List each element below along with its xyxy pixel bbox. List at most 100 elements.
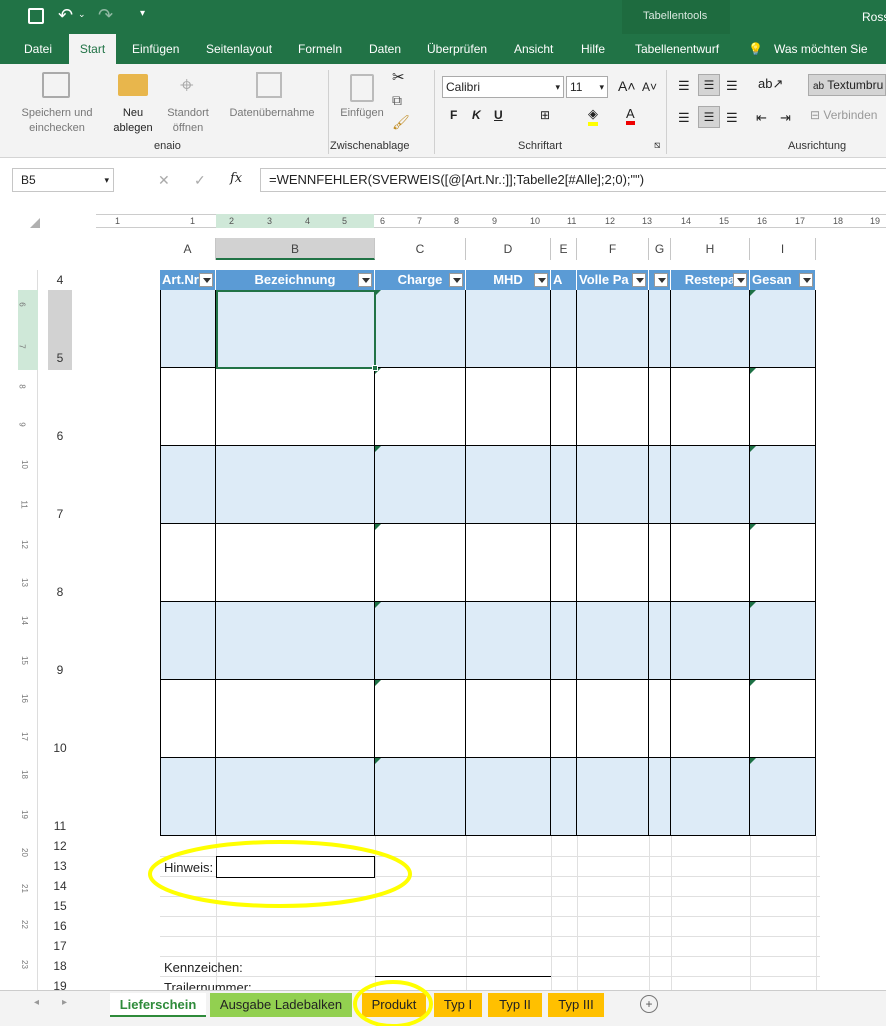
column-header-f[interactable]: F	[577, 238, 649, 260]
font-name-select[interactable]: Calibri ▾	[442, 76, 564, 98]
column-header-e[interactable]: E	[551, 238, 577, 260]
table-cell[interactable]	[466, 680, 551, 758]
worksheet-grid[interactable]: Art.Nr Bezeichnung Charge MHD A Volle Pa Reste…	[96, 270, 886, 990]
sheet-tab-typ-iii[interactable]: Typ III	[548, 993, 604, 1017]
table-cell[interactable]	[375, 680, 466, 758]
table-cell[interactable]	[160, 290, 216, 368]
table-cell[interactable]	[375, 524, 466, 602]
table-cell[interactable]	[466, 524, 551, 602]
table-cell[interactable]	[375, 446, 466, 524]
table-cell[interactable]	[671, 758, 750, 836]
table-cell[interactable]	[671, 446, 750, 524]
selected-cell-b5[interactable]	[216, 290, 376, 369]
sheet-tab-typ-i[interactable]: Typ I	[434, 993, 482, 1017]
fill-color-icon[interactable]: ◈	[588, 106, 598, 126]
table-cell[interactable]	[216, 446, 375, 524]
font-size-select[interactable]: 11 ▾	[566, 76, 608, 98]
row-header-18[interactable]: 18	[48, 958, 72, 974]
function-icon[interactable]: fx	[230, 171, 242, 186]
table-cell[interactable]	[649, 368, 671, 446]
row-header-4[interactable]: 4	[48, 272, 72, 288]
row-header-17[interactable]: 17	[48, 938, 72, 954]
table-cell[interactable]	[649, 446, 671, 524]
column-header-a[interactable]: A	[160, 238, 216, 260]
table-cell[interactable]	[671, 368, 750, 446]
table-cell[interactable]	[375, 758, 466, 836]
borders-icon[interactable]: ⊞	[540, 108, 550, 122]
table-cell[interactable]	[160, 758, 216, 836]
font-color-icon[interactable]: A	[626, 106, 635, 125]
row-header-7[interactable]: 7	[48, 506, 72, 522]
table-cell[interactable]	[577, 446, 649, 524]
column-header-g[interactable]: G	[649, 238, 671, 260]
table-cell[interactable]	[649, 758, 671, 836]
column-header-b[interactable]: B	[216, 238, 375, 260]
hinweis-input-cell[interactable]	[216, 856, 375, 878]
tab-ueberpruefen[interactable]: Überprüfen	[427, 34, 487, 64]
table-cell[interactable]	[750, 446, 816, 524]
tab-datei[interactable]: Datei	[24, 34, 52, 64]
table-header-cell[interactable]	[649, 270, 671, 290]
table-cell[interactable]	[577, 680, 649, 758]
table-cell[interactable]	[375, 602, 466, 680]
row-header-13[interactable]: 13	[48, 858, 72, 874]
table-cell[interactable]	[216, 524, 375, 602]
table-cell[interactable]	[160, 368, 216, 446]
table-cell[interactable]	[750, 680, 816, 758]
table-cell[interactable]	[160, 524, 216, 602]
table-cell[interactable]	[671, 290, 750, 368]
sheet-tab-typ-ii[interactable]: Typ II	[488, 993, 542, 1017]
filter-dropdown-icon[interactable]	[654, 273, 668, 287]
row-header-16[interactable]: 16	[48, 918, 72, 934]
grow-font-icon[interactable]: A˄	[618, 78, 636, 94]
row-header-12[interactable]: 12	[48, 838, 72, 854]
table-header-cell[interactable]: Charge	[375, 270, 466, 290]
table-cell[interactable]	[671, 602, 750, 680]
customize-qat-icon[interactable]: ▾	[140, 8, 145, 19]
align-right-icon[interactable]: ☰	[726, 110, 738, 126]
neu-ablegen-button[interactable]: Neu ablegen	[104, 106, 162, 136]
undo-icon[interactable]: ↶	[58, 5, 73, 26]
scroll-right-icon[interactable]: ▸	[62, 997, 67, 1008]
column-header-c[interactable]: C	[375, 238, 466, 260]
table-cell[interactable]	[551, 524, 577, 602]
sheet-tab-ausgabe-ladebalken[interactable]: Ausgabe Ladebalken	[210, 993, 352, 1017]
table-cell[interactable]	[466, 290, 551, 368]
merge-button[interactable]: ⊟ Verbinden	[810, 108, 877, 122]
filter-dropdown-icon[interactable]	[534, 273, 548, 287]
table-cell[interactable]	[160, 680, 216, 758]
column-header-d[interactable]: D	[466, 238, 551, 260]
datenuebernahme-button[interactable]: Datenübernahme	[222, 106, 322, 121]
standort-button[interactable]: Standort öffnen	[162, 106, 214, 136]
row-header-5[interactable]: 5	[48, 350, 72, 366]
table-cell[interactable]	[216, 602, 375, 680]
shrink-font-icon[interactable]: A˅	[642, 80, 657, 94]
row-header-11[interactable]: 11	[48, 818, 72, 834]
tab-einfuegen[interactable]: Einfügen	[132, 34, 179, 64]
fill-handle[interactable]	[372, 365, 378, 371]
filter-dropdown-icon[interactable]	[449, 273, 463, 287]
formula-input[interactable]: =WENNFEHLER(SVERWEIS([@[Art.Nr.:]];Tabel…	[260, 168, 886, 192]
name-box[interactable]: B5 ▾	[12, 168, 114, 192]
table-cell[interactable]	[750, 602, 816, 680]
redo-icon[interactable]: ↷	[98, 5, 113, 26]
tab-hilfe[interactable]: Hilfe	[581, 34, 605, 64]
table-cell[interactable]	[671, 524, 750, 602]
table-cell[interactable]	[551, 758, 577, 836]
dialog-launcher-icon[interactable]: ⧅	[654, 140, 660, 151]
save-icon[interactable]	[28, 8, 44, 24]
cut-icon[interactable]: ✂	[392, 68, 405, 86]
table-cell[interactable]	[466, 446, 551, 524]
table-cell[interactable]	[466, 758, 551, 836]
tab-start[interactable]: Start	[69, 34, 116, 64]
decrease-indent-icon[interactable]: ⇤	[756, 110, 767, 126]
align-center-icon[interactable]: ☰	[698, 106, 720, 128]
filter-dropdown-icon[interactable]	[733, 273, 747, 287]
sheet-tab-lieferschein[interactable]: Lieferschein	[110, 993, 206, 1017]
table-header-cell[interactable]: Gesan	[750, 270, 816, 290]
cancel-icon[interactable]: ✕	[158, 172, 170, 189]
table-cell[interactable]	[577, 524, 649, 602]
table-header-cell[interactable]: A	[551, 270, 577, 290]
table-cell[interactable]	[160, 602, 216, 680]
row-header-10[interactable]: 10	[48, 740, 72, 756]
